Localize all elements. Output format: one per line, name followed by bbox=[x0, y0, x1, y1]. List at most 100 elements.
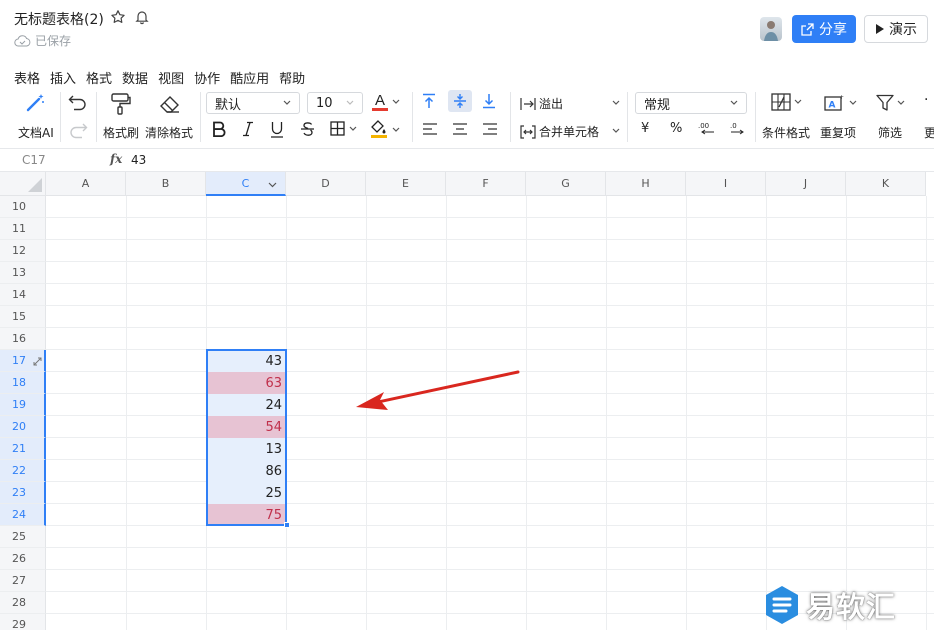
text-overflow-select[interactable]: 溢出 bbox=[520, 95, 563, 112]
row-header-16[interactable]: 16 bbox=[0, 328, 46, 350]
strikethrough-button[interactable] bbox=[300, 121, 315, 137]
conditional-format-button[interactable] bbox=[771, 93, 802, 111]
row-header-14[interactable]: 14 bbox=[0, 284, 46, 306]
row-header-15[interactable]: 15 bbox=[0, 306, 46, 328]
row-expand-icon[interactable] bbox=[33, 357, 42, 366]
column-header-k[interactable]: K bbox=[846, 172, 926, 196]
row-header-24[interactable]: 24 bbox=[0, 504, 46, 526]
column-header-a[interactable]: A bbox=[46, 172, 126, 196]
ai-button[interactable] bbox=[24, 92, 46, 114]
column-menu-chevron-icon[interactable] bbox=[268, 182, 277, 188]
grid-hline bbox=[46, 481, 934, 482]
row-header-27[interactable]: 27 bbox=[0, 570, 46, 592]
increase-decimal-button[interactable]: .0 bbox=[729, 120, 745, 136]
percent-format-button[interactable]: % bbox=[670, 121, 682, 136]
cell-c20[interactable]: 54 bbox=[207, 416, 287, 438]
merge-cells-button[interactable]: 合并单元格 bbox=[520, 123, 599, 140]
bell-icon[interactable] bbox=[134, 9, 150, 25]
column-header-j[interactable]: J bbox=[766, 172, 846, 196]
more-label[interactable]: 更 bbox=[924, 124, 934, 141]
toolbar-divider bbox=[200, 92, 201, 142]
row-header-12[interactable]: 12 bbox=[0, 240, 46, 262]
currency-format-button[interactable]: ¥ bbox=[641, 121, 649, 136]
conditional-format-label: 条件格式 bbox=[762, 126, 811, 140]
document-title[interactable]: 无标题表格(2) bbox=[14, 9, 104, 29]
row-header-29[interactable]: 29 bbox=[0, 614, 46, 630]
row-header-18[interactable]: 18 bbox=[0, 372, 46, 394]
menu-item-collaborate[interactable]: 协作 bbox=[194, 68, 220, 87]
column-header-b[interactable]: B bbox=[126, 172, 206, 196]
number-format-select[interactable]: 常规 bbox=[635, 92, 747, 114]
cell-c23[interactable]: 25 bbox=[207, 482, 287, 504]
menu-item-table[interactable]: 表格 bbox=[14, 68, 40, 87]
align-bottom-button[interactable] bbox=[481, 93, 497, 109]
menu-bar: 表格 插入 格式 数据 视图 协作 酷应用 帮助 bbox=[14, 68, 315, 87]
svg-text:.00: .00 bbox=[698, 122, 709, 130]
bold-button[interactable] bbox=[212, 121, 226, 137]
chevron-down-icon[interactable] bbox=[612, 100, 620, 106]
star-icon[interactable] bbox=[110, 9, 126, 25]
column-header-label: H bbox=[641, 177, 650, 190]
row-header-20[interactable]: 20 bbox=[0, 416, 46, 438]
fill-color-button[interactable] bbox=[370, 120, 400, 139]
column-header-i[interactable]: I bbox=[686, 172, 766, 196]
cell-name-box[interactable]: C17 bbox=[22, 153, 46, 167]
row-header-28[interactable]: 28 bbox=[0, 592, 46, 614]
menu-item-apps[interactable]: 酷应用 bbox=[230, 68, 269, 87]
row-header-26[interactable]: 26 bbox=[0, 548, 46, 570]
menu-item-view[interactable]: 视图 bbox=[158, 68, 184, 87]
duplicates-button[interactable]: A + bbox=[824, 93, 857, 112]
italic-button[interactable] bbox=[242, 121, 254, 137]
row-header-21[interactable]: 21 bbox=[0, 438, 46, 460]
cell-c24[interactable]: 75 bbox=[207, 504, 287, 526]
underline-button[interactable] bbox=[270, 121, 284, 138]
cell-c22[interactable]: 86 bbox=[207, 460, 287, 482]
row-header-13[interactable]: 13 bbox=[0, 262, 46, 284]
chevron-down-icon[interactable] bbox=[612, 128, 620, 134]
redo-button[interactable] bbox=[68, 122, 88, 140]
menu-item-data[interactable]: 数据 bbox=[122, 68, 148, 87]
decrease-decimal-button[interactable]: .00 bbox=[698, 120, 716, 136]
column-header-c[interactable]: C bbox=[206, 172, 286, 196]
row-header-25[interactable]: 25 bbox=[0, 526, 46, 548]
font-size-select[interactable]: 10 bbox=[307, 92, 363, 114]
share-button[interactable]: 分享 bbox=[792, 15, 856, 43]
cell-c21[interactable]: 13 bbox=[207, 438, 287, 460]
column-header-g[interactable]: G bbox=[526, 172, 606, 196]
row-header-11[interactable]: 11 bbox=[0, 218, 46, 240]
clear-format-button[interactable] bbox=[158, 93, 182, 115]
formula-input[interactable]: 43 bbox=[131, 153, 146, 167]
undo-button[interactable] bbox=[68, 94, 88, 112]
column-header-h[interactable]: H bbox=[606, 172, 686, 196]
font-color-button[interactable]: A bbox=[372, 93, 400, 111]
align-middle-button[interactable] bbox=[448, 90, 472, 112]
format-painter-button[interactable] bbox=[110, 92, 132, 116]
align-top-button[interactable] bbox=[421, 93, 437, 109]
avatar[interactable] bbox=[760, 17, 782, 41]
row-header-22[interactable]: 22 bbox=[0, 460, 46, 482]
align-left-button[interactable] bbox=[422, 122, 438, 136]
row-header-19[interactable]: 19 bbox=[0, 394, 46, 416]
align-right-button[interactable] bbox=[482, 122, 498, 136]
column-header-f[interactable]: F bbox=[446, 172, 526, 196]
cell-c18[interactable]: 63 bbox=[207, 372, 287, 394]
cell-c19[interactable]: 24 bbox=[207, 394, 287, 416]
border-grid-icon bbox=[330, 121, 345, 136]
present-button[interactable]: 演示 bbox=[864, 15, 928, 43]
cell-c17[interactable]: 43 bbox=[207, 350, 287, 372]
menu-item-insert[interactable]: 插入 bbox=[50, 68, 76, 87]
select-all-corner[interactable] bbox=[0, 172, 46, 196]
filter-button[interactable] bbox=[876, 94, 905, 112]
align-center-button[interactable] bbox=[452, 122, 468, 136]
share-label: 分享 bbox=[819, 22, 847, 38]
column-header-d[interactable]: D bbox=[286, 172, 366, 196]
menu-item-format[interactable]: 格式 bbox=[86, 68, 112, 87]
more-icon[interactable]: · bbox=[924, 92, 928, 108]
border-button[interactable] bbox=[330, 121, 357, 136]
fill-handle[interactable] bbox=[284, 522, 290, 528]
column-header-e[interactable]: E bbox=[366, 172, 446, 196]
font-family-select[interactable]: 默认 bbox=[206, 92, 300, 114]
menu-item-help[interactable]: 帮助 bbox=[279, 68, 305, 87]
row-header-10[interactable]: 10 bbox=[0, 196, 46, 218]
row-header-23[interactable]: 23 bbox=[0, 482, 46, 504]
